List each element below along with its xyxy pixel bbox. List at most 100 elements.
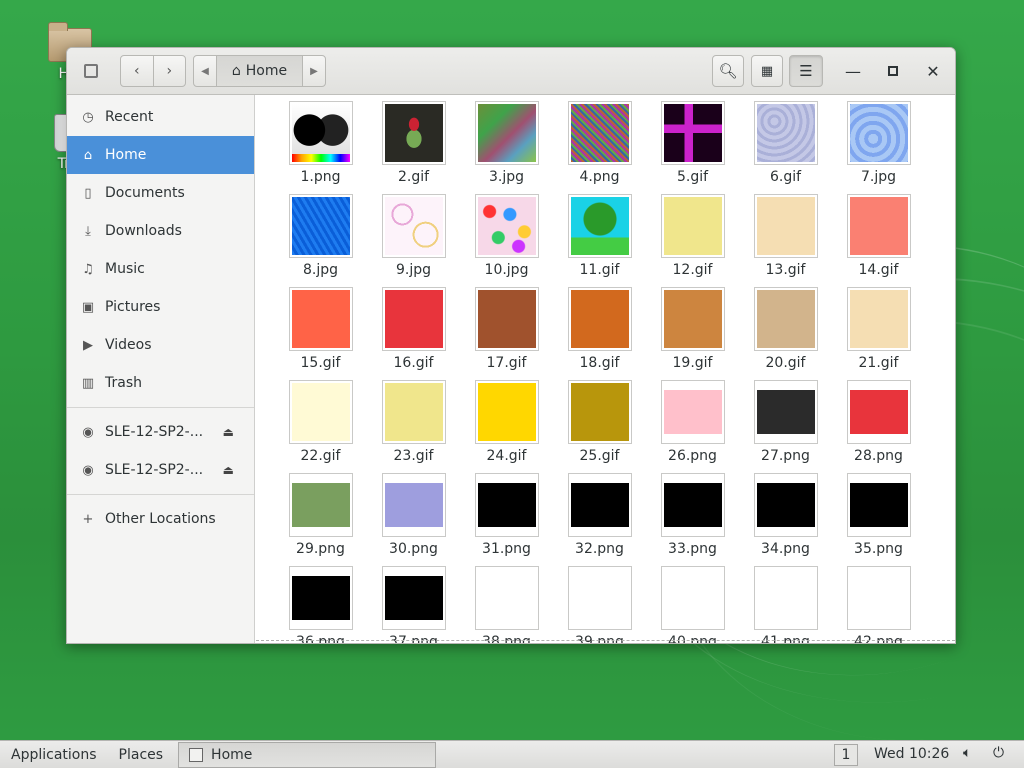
file-item[interactable]: 12.gif: [646, 194, 739, 280]
file-item[interactable]: 4.png: [553, 101, 646, 187]
file-thumbnail: [846, 194, 911, 258]
close-button[interactable]: ✕: [917, 55, 949, 87]
file-item[interactable]: 30.png: [367, 473, 460, 559]
workspace-switcher[interactable]: 1: [834, 744, 858, 766]
file-item[interactable]: 10.jpg: [460, 194, 553, 280]
minimize-button[interactable]: —: [837, 55, 869, 87]
file-thumbnail: [381, 194, 446, 258]
back-button[interactable]: ‹: [121, 56, 153, 86]
volume-icon[interactable]: 🔈︎: [963, 745, 971, 761]
file-item[interactable]: 29.png: [274, 473, 367, 559]
file-item[interactable]: 13.gif: [739, 194, 832, 280]
image-gradient-icon: [291, 104, 350, 162]
path-scroll-right-button[interactable]: ▶: [303, 56, 325, 86]
sidebar-item-home[interactable]: ⌂ Home: [67, 136, 254, 174]
image-water-icon: [849, 104, 908, 162]
file-item[interactable]: 23.gif: [367, 380, 460, 466]
file-item[interactable]: 15.gif: [274, 287, 367, 373]
file-item[interactable]: 1.png: [274, 101, 367, 187]
sidebar-item-pictures[interactable]: ▣ Pictures: [67, 288, 254, 326]
file-thumbnail: [753, 194, 818, 258]
file-item[interactable]: 3.jpg: [460, 101, 553, 187]
file-item[interactable]: 40.png: [646, 566, 739, 643]
file-item[interactable]: 25.gif: [553, 380, 646, 466]
file-item[interactable]: 18.gif: [553, 287, 646, 373]
file-item[interactable]: 24.gif: [460, 380, 553, 466]
path-scroll-left-button[interactable]: ◀: [194, 56, 216, 86]
sidebar-item-trash[interactable]: ▥ Trash: [67, 364, 254, 402]
color-swatch: [849, 483, 908, 527]
sidebar-item-device[interactable]: ◉ SLE-12-SP2-... ⏏: [67, 413, 254, 451]
file-item[interactable]: 33.png: [646, 473, 739, 559]
file-item[interactable]: 35.png: [832, 473, 925, 559]
file-item[interactable]: 28.png: [832, 380, 925, 466]
path-crumb-home[interactable]: ⌂ Home: [216, 56, 303, 86]
file-item[interactable]: 9.jpg: [367, 194, 460, 280]
file-item[interactable]: 27.png: [739, 380, 832, 466]
triangle-right-icon: ▶: [310, 65, 318, 77]
file-name: 38.png: [482, 634, 531, 643]
file-manager-icon: [189, 747, 204, 762]
file-item[interactable]: 14.gif: [832, 194, 925, 280]
color-swatch: [849, 390, 908, 434]
image-pattern-icon: [663, 104, 722, 162]
menu-button[interactable]: ☰: [789, 55, 823, 87]
sidebar-item-music[interactable]: ♫ Music: [67, 250, 254, 288]
file-item[interactable]: 42.png: [832, 566, 925, 643]
maximize-icon: [888, 66, 898, 76]
search-button[interactable]: 🔍︎: [712, 55, 744, 87]
file-name: 1.png: [300, 169, 341, 185]
file-view[interactable]: 1.png 2.gif 3.jpg 4.png 5.gif 6.gif 7.jpg 8.jpg…: [256, 95, 955, 643]
file-item[interactable]: 6.gif: [739, 101, 832, 187]
file-item[interactable]: 19.gif: [646, 287, 739, 373]
file-item[interactable]: 11.gif: [553, 194, 646, 280]
file-name: 18.gif: [579, 355, 620, 371]
file-item[interactable]: 8.jpg: [274, 194, 367, 280]
file-thumbnail: [660, 194, 725, 258]
sidebar-item-other-locations[interactable]: + Other Locations: [67, 500, 254, 538]
clock[interactable]: Wed 10:26: [874, 746, 949, 762]
file-item[interactable]: 20.gif: [739, 287, 832, 373]
sidebar-item-recent[interactable]: ◷ Recent: [67, 98, 254, 136]
eject-icon[interactable]: ⏏: [223, 463, 234, 477]
sidebar-item-videos[interactable]: ▶ Videos: [67, 326, 254, 364]
file-item[interactable]: 17.gif: [460, 287, 553, 373]
power-icon[interactable]: ⏻︎: [993, 745, 1004, 761]
sidebar-item-device[interactable]: ◉ SLE-12-SP2-... ⏏: [67, 451, 254, 489]
file-item[interactable]: 31.png: [460, 473, 553, 559]
file-item[interactable]: 21.gif: [832, 287, 925, 373]
file-thumbnail: [381, 287, 446, 351]
sidebar-item-documents[interactable]: ▯ Documents: [67, 174, 254, 212]
file-item[interactable]: 36.png: [274, 566, 367, 643]
file-item[interactable]: 38.png: [460, 566, 553, 643]
file-thumbnail: [288, 287, 353, 351]
file-name: 9.jpg: [395, 262, 432, 278]
file-item[interactable]: 32.png: [553, 473, 646, 559]
places-menu[interactable]: Places: [108, 747, 175, 763]
taskbar-window-home[interactable]: Home: [178, 741, 437, 768]
file-item[interactable]: 2.gif: [367, 101, 460, 187]
file-item[interactable]: 37.png: [367, 566, 460, 643]
color-swatch: [756, 569, 815, 627]
file-name: 19.gif: [672, 355, 713, 371]
applications-menu[interactable]: Applications: [0, 747, 108, 763]
forward-button[interactable]: ›: [152, 56, 186, 86]
sidebar-item-downloads[interactable]: ⤓ Downloads: [67, 212, 254, 250]
file-item[interactable]: 7.jpg: [832, 101, 925, 187]
file-name: 35.png: [854, 541, 903, 557]
file-item[interactable]: 34.png: [739, 473, 832, 559]
file-name: 24.gif: [486, 448, 527, 464]
grid-view-button[interactable]: ▦: [751, 55, 783, 87]
file-item[interactable]: 26.png: [646, 380, 739, 466]
sidebar-toggle-button[interactable]: [75, 55, 107, 87]
eject-icon[interactable]: ⏏: [223, 425, 234, 439]
file-item[interactable]: 22.gif: [274, 380, 367, 466]
file-name: 34.png: [761, 541, 810, 557]
file-item[interactable]: 39.png: [553, 566, 646, 643]
file-thumbnail: [474, 194, 539, 258]
file-item[interactable]: 5.gif: [646, 101, 739, 187]
file-item[interactable]: 16.gif: [367, 287, 460, 373]
color-swatch: [663, 390, 722, 434]
file-item[interactable]: 41.png: [739, 566, 832, 643]
maximize-button[interactable]: [877, 55, 909, 87]
